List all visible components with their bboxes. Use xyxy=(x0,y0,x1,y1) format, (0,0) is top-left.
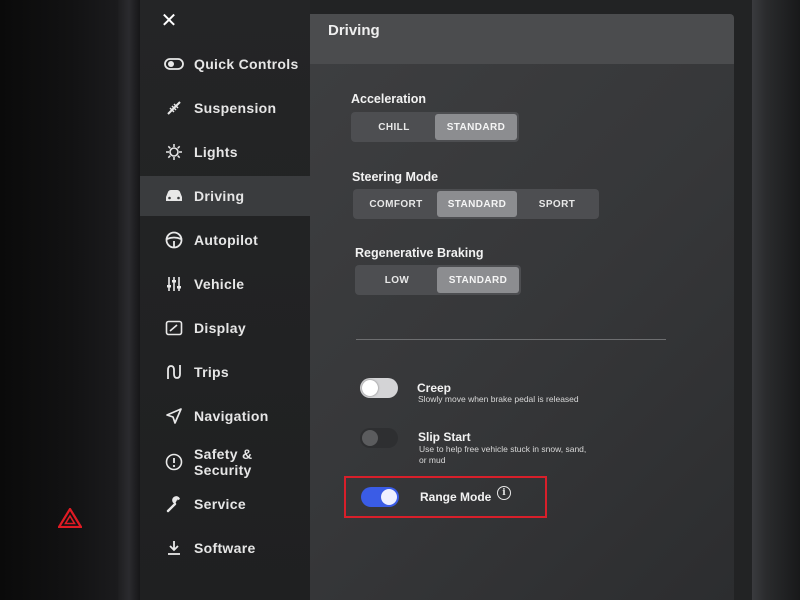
slip-start-description: Use to help free vehicle stuck in snow, … xyxy=(419,444,587,465)
sidebar-item-label: Safety & Security xyxy=(194,446,253,478)
car-icon xyxy=(164,186,184,206)
creep-title: Creep xyxy=(417,381,452,395)
steering-sport-button[interactable]: SPORT xyxy=(517,191,597,217)
sidebar-item-lights[interactable]: Lights xyxy=(140,132,310,172)
display-icon xyxy=(164,318,184,338)
sun-icon xyxy=(164,142,184,162)
sidebar-item-autopilot[interactable]: Autopilot xyxy=(140,220,310,260)
sidebar-item-vehicle[interactable]: Vehicle xyxy=(140,264,310,304)
acceleration-selector: CHILL STANDARD xyxy=(351,112,519,142)
acceleration-standard-button[interactable]: STANDARD xyxy=(435,114,517,140)
sidebar-item-label: Navigation xyxy=(194,408,269,424)
sidebar-item-navigation[interactable]: Navigation xyxy=(140,396,310,436)
regen-low-button[interactable]: LOW xyxy=(357,267,437,293)
sidebar-item-display[interactable]: Display xyxy=(140,308,310,348)
sidebar-item-label: Driving xyxy=(194,188,245,204)
driving-settings-panel: Acceleration CHILL STANDARD Steering Mod… xyxy=(310,64,734,600)
download-icon xyxy=(164,538,184,558)
steering-comfort-button[interactable]: COMFORT xyxy=(355,191,437,217)
steering-wheel-icon xyxy=(164,230,184,250)
acceleration-chill-button[interactable]: CHILL xyxy=(353,114,435,140)
acceleration-label: Acceleration xyxy=(351,92,427,106)
steering-standard-button[interactable]: STANDARD xyxy=(437,191,517,217)
section-divider xyxy=(356,339,666,340)
toggle-knob xyxy=(362,380,378,396)
steering-mode-selector: COMFORT STANDARD SPORT xyxy=(353,189,599,219)
creep-toggle[interactable] xyxy=(360,378,398,398)
steering-mode-label: Steering Mode xyxy=(352,170,439,184)
creep-description: Slowly move when brake pedal is released xyxy=(418,394,579,404)
hazard-icon[interactable] xyxy=(58,508,82,528)
close-icon[interactable]: ✕ xyxy=(158,10,180,32)
suspension-icon xyxy=(164,98,184,118)
sidebar-item-label: Autopilot xyxy=(194,232,259,248)
sidebar-item-service[interactable]: Service xyxy=(140,484,310,524)
wrench-icon xyxy=(164,494,184,514)
regen-standard-button[interactable]: STANDARD xyxy=(437,267,519,293)
navigation-icon xyxy=(164,406,184,426)
sidebar-item-software[interactable]: Software xyxy=(140,528,310,568)
sidebar-item-label: Display xyxy=(194,320,246,336)
sidebar-item-label: Software xyxy=(194,540,256,556)
display-bezel-edge xyxy=(118,0,140,600)
sliders-icon xyxy=(164,274,184,294)
slip-start-toggle[interactable] xyxy=(360,428,398,448)
toggle-icon xyxy=(164,54,184,74)
sidebar-item-label: Quick Controls xyxy=(194,56,299,72)
page-header: Driving xyxy=(310,14,734,64)
toggle-knob xyxy=(362,430,378,446)
slip-start-title: Slip Start xyxy=(418,430,471,444)
sidebar-item-label: Trips xyxy=(194,364,229,380)
settings-sidebar: ✕ Quick Controls Suspension Lights Drivi… xyxy=(140,0,310,600)
sidebar-item-label: Lights xyxy=(194,144,238,160)
sidebar-item-suspension[interactable]: Suspension xyxy=(140,88,310,128)
sidebar-item-safety-security[interactable]: Safety & Security xyxy=(140,440,310,484)
sidebar-item-driving[interactable]: Driving xyxy=(140,176,310,216)
sidebar-item-label: Service xyxy=(194,496,246,512)
regen-braking-selector: LOW STANDARD xyxy=(355,265,521,295)
sidebar-item-trips[interactable]: Trips xyxy=(140,352,310,392)
info-circle-icon xyxy=(164,452,184,472)
regen-braking-label: Regenerative Braking xyxy=(355,246,484,260)
sidebar-item-label: Suspension xyxy=(194,100,277,116)
display-bezel-right xyxy=(752,0,800,600)
page-title: Driving xyxy=(328,22,380,39)
trips-icon xyxy=(164,362,184,382)
sidebar-item-label: Vehicle xyxy=(194,276,245,292)
range-mode-highlight-box xyxy=(344,476,547,518)
sidebar-item-quick-controls[interactable]: Quick Controls xyxy=(140,44,310,84)
